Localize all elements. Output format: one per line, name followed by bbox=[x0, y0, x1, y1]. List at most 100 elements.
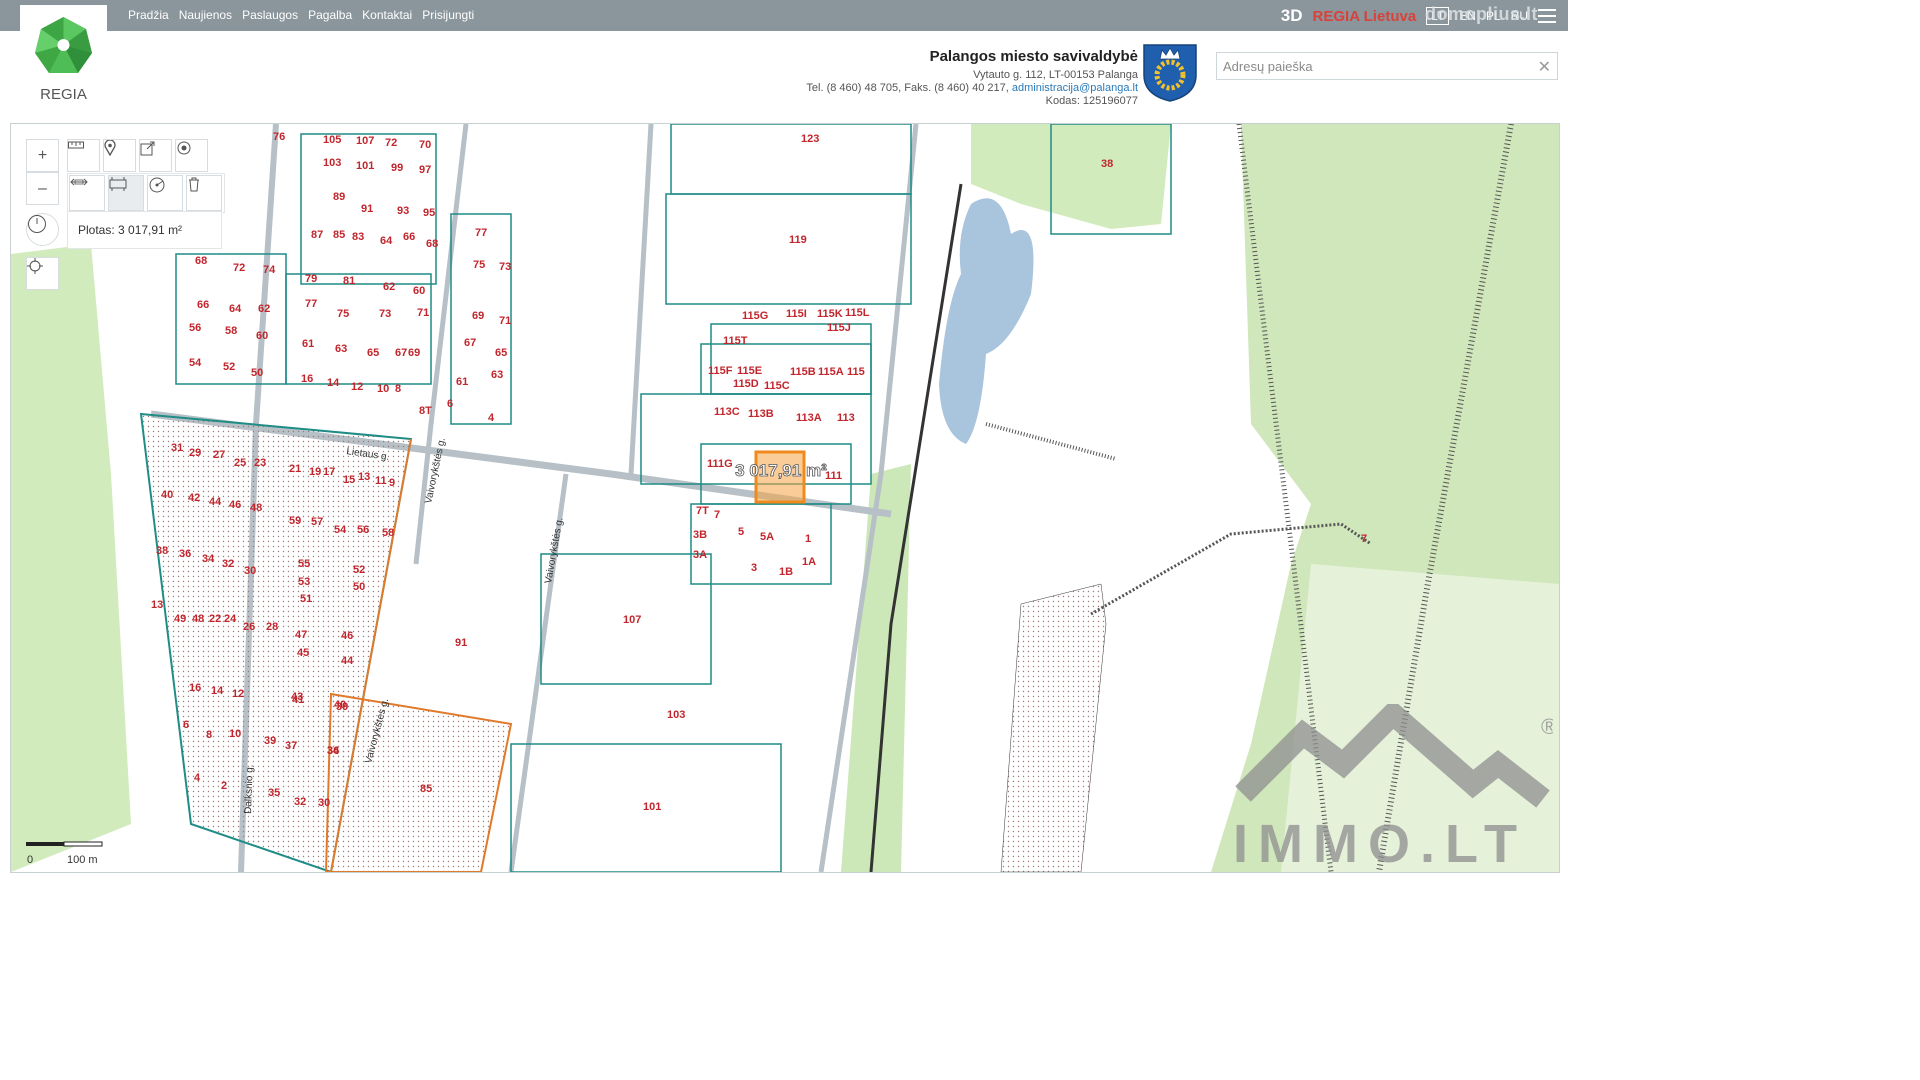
gps-locate-icon[interactable] bbox=[26, 257, 59, 290]
regia-lietuva-link[interactable]: REGIA Lietuva bbox=[1313, 8, 1417, 25]
zoom-in-button[interactable]: + bbox=[26, 139, 59, 172]
parcel-label: 40 bbox=[161, 489, 173, 501]
parcel-label: 39 bbox=[336, 701, 348, 713]
parcel-label: 113 bbox=[837, 412, 855, 424]
history-clock-icon[interactable] bbox=[26, 213, 59, 246]
parcel-label: 64 bbox=[380, 235, 393, 247]
parcel-label: 47 bbox=[295, 629, 307, 641]
scale-label: 100 m bbox=[67, 854, 98, 866]
parcel-label: 2 bbox=[221, 780, 227, 792]
parcel-label: 3A bbox=[693, 549, 707, 561]
parcel-label: 115C bbox=[764, 380, 790, 392]
parcel-label: 1B bbox=[779, 566, 793, 578]
parcel-label: 71 bbox=[417, 307, 429, 319]
parcel-label: 58 bbox=[225, 325, 237, 337]
nav-item-prisijungti[interactable]: Prisijungti bbox=[422, 8, 474, 22]
parcel-label: 73 bbox=[499, 261, 511, 273]
parcel-label: 72 bbox=[385, 137, 397, 149]
parcel-label: 38 bbox=[1101, 158, 1113, 170]
area-readout: Plotas: 3 017,91 m² bbox=[67, 211, 222, 249]
nav-item-paslaugos[interactable]: Paslaugos bbox=[242, 8, 298, 22]
measure-radius-icon[interactable] bbox=[147, 175, 183, 211]
parcel-label: 4 bbox=[194, 772, 201, 784]
parcel-label: 23 bbox=[254, 457, 266, 469]
street-label-vaivorykstes: Vaivorykštės g. bbox=[543, 517, 565, 585]
parcel-label: 16 bbox=[189, 682, 201, 694]
municipality-code: Kodas: 125196077 bbox=[1045, 95, 1138, 107]
parcel-label: 91 bbox=[455, 637, 467, 649]
parcel-label: 64 bbox=[229, 303, 242, 315]
parcel-label: 15 bbox=[343, 474, 355, 486]
parcel-label: 115E bbox=[737, 365, 762, 377]
parcel-label: 49 bbox=[174, 613, 186, 625]
parcel-label: 57 bbox=[311, 516, 323, 528]
parcel-label: 32 bbox=[222, 558, 234, 570]
measure-ruler-icon[interactable] bbox=[67, 139, 100, 172]
highlighted-parcel-label: 3 017,91 m² bbox=[735, 461, 827, 480]
parcel-label: 38 bbox=[156, 545, 168, 557]
parcel-label: 14 bbox=[327, 377, 340, 389]
parcel-label: 115K bbox=[817, 308, 843, 320]
parcel-label: 24 bbox=[224, 613, 237, 625]
immo-watermark-text: IMMO.LT bbox=[1233, 814, 1527, 873]
parcel-label: 74 bbox=[263, 264, 276, 276]
parcel-label: 1A bbox=[802, 556, 816, 568]
parcel-label: 54 bbox=[334, 524, 347, 536]
parcel-label: 5 bbox=[738, 526, 744, 538]
parcel-label: 60 bbox=[256, 330, 268, 342]
parcel-label: 35 bbox=[268, 787, 280, 799]
parcel-label: 69 bbox=[408, 347, 420, 359]
parcel-label: 107 bbox=[623, 614, 641, 626]
zoom-out-button[interactable]: – bbox=[26, 172, 59, 205]
parcel-label: 119 bbox=[789, 234, 807, 246]
parcel-label: 9 bbox=[389, 477, 395, 489]
nav-item-kontaktai[interactable]: Kontaktai bbox=[362, 8, 412, 22]
parcel-label: 56 bbox=[189, 322, 201, 334]
parcel-label: 17 bbox=[323, 466, 335, 478]
parcel-label: 113A bbox=[796, 412, 822, 424]
parcel-label: 54 bbox=[189, 357, 202, 369]
regia-logo[interactable]: REGIA bbox=[20, 5, 107, 117]
map-pin-icon[interactable] bbox=[103, 139, 136, 172]
parcel-label: 101 bbox=[356, 160, 374, 172]
parcel-label: 10 bbox=[229, 728, 241, 740]
delete-trash-icon[interactable] bbox=[186, 175, 222, 211]
nav-item-pagalba[interactable]: Pagalba bbox=[308, 8, 352, 22]
parcel-label: 69 bbox=[472, 310, 484, 322]
parcel-label: 12 bbox=[232, 688, 244, 700]
parcel-label: 19 bbox=[309, 466, 321, 478]
parcel-label: 16 bbox=[301, 373, 313, 385]
clear-search-icon[interactable]: ✕ bbox=[1538, 57, 1551, 77]
parcel-label: 22 bbox=[209, 613, 221, 625]
parcel-label: 79 bbox=[305, 273, 317, 285]
parcel-label: 46 bbox=[229, 499, 241, 511]
green-area-west bbox=[11, 244, 131, 872]
nav-item-naujienos[interactable]: Naujienos bbox=[179, 8, 232, 22]
hamburger-menu-icon[interactable] bbox=[1538, 9, 1556, 23]
parcel-label: 123 bbox=[801, 133, 819, 145]
parcel-label: 63 bbox=[491, 369, 503, 381]
immo-watermark: ® IMMO.LT bbox=[1233, 704, 1553, 873]
parcel-label: 103 bbox=[667, 709, 685, 721]
parcel-label: 30 bbox=[244, 565, 256, 577]
measure-distance-icon[interactable] bbox=[69, 175, 105, 211]
measure-area-icon[interactable] bbox=[108, 175, 144, 211]
parcel-label: 60 bbox=[413, 285, 425, 297]
parcel-label: 26 bbox=[243, 621, 255, 633]
locate-target-icon[interactable] bbox=[175, 139, 208, 172]
parcel-label: 115T bbox=[723, 335, 748, 347]
parcel-label: 115F bbox=[708, 365, 733, 377]
parcel-label: 61 bbox=[456, 376, 468, 388]
scale-bar bbox=[26, 841, 103, 847]
municipality-info: Palangos miesto savivaldybė Vytauto g. 1… bbox=[806, 48, 1138, 108]
share-icon[interactable] bbox=[139, 139, 172, 172]
parcel-label: 36 bbox=[179, 548, 191, 560]
email-link[interactable]: administracija@palanga.lt bbox=[1012, 82, 1138, 94]
parcel-label: 41 bbox=[292, 694, 304, 706]
parcel-label: 13 bbox=[151, 599, 163, 611]
3d-button[interactable]: 3D bbox=[1281, 6, 1303, 26]
nav-item-pradzia[interactable]: Pradžia bbox=[128, 8, 169, 22]
scale-zero: 0 bbox=[27, 854, 34, 866]
map-canvas[interactable]: 3 017,91 m² Lietaus g. Vaivorykštės g. V… bbox=[10, 123, 1560, 873]
address-search-input[interactable] bbox=[1217, 53, 1529, 79]
